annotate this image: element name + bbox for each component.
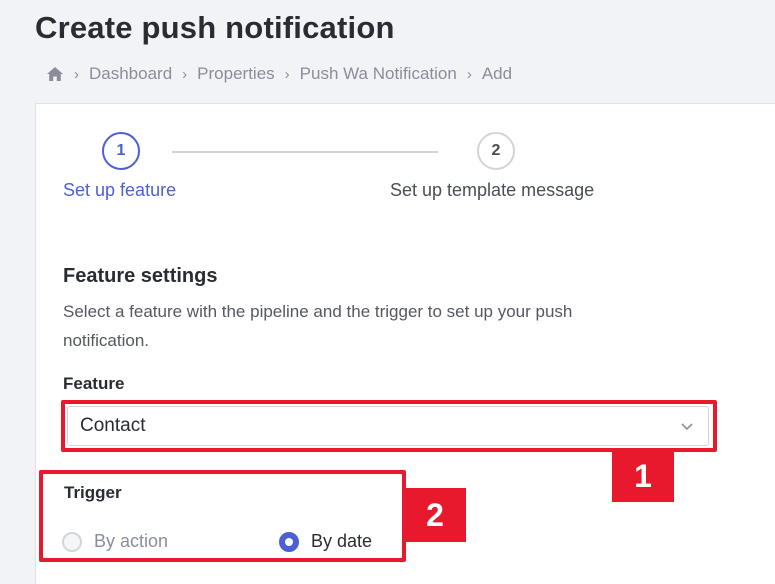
breadcrumb-push-wa-notification[interactable]: Push Wa Notification [300, 64, 457, 84]
breadcrumb-current: Add [481, 64, 513, 83]
breadcrumb-dashboard[interactable]: Dashboard [89, 64, 172, 84]
annotation-badge-1: 1 [612, 450, 674, 502]
chevron-right-icon: › [466, 65, 472, 83]
chevron-right-icon: › [284, 65, 290, 83]
annotation-badge-2: 2 [404, 488, 466, 542]
chevron-right-icon: › [74, 65, 79, 83]
annotation-box-2 [39, 470, 406, 562]
step-2-label[interactable]: Set up template message [390, 180, 594, 201]
step-1-indicator[interactable]: 1 [102, 132, 140, 170]
page-title: Create push notification [35, 10, 395, 45]
section-title: Feature settings [63, 265, 218, 287]
chevron-right-icon: › [182, 65, 188, 83]
annotation-box-1 [61, 400, 717, 452]
breadcrumb: › Dashboard › Properties › Push Wa Notif… [46, 64, 512, 84]
home-icon[interactable] [46, 66, 64, 82]
step-2-indicator[interactable]: 2 [477, 132, 515, 170]
section-description: Select a feature with the pipeline and t… [63, 302, 573, 350]
step-connector [172, 151, 438, 153]
feature-label: Feature [63, 374, 125, 393]
step-1-label[interactable]: Set up feature [63, 180, 176, 201]
breadcrumb-properties[interactable]: Properties [197, 64, 274, 84]
